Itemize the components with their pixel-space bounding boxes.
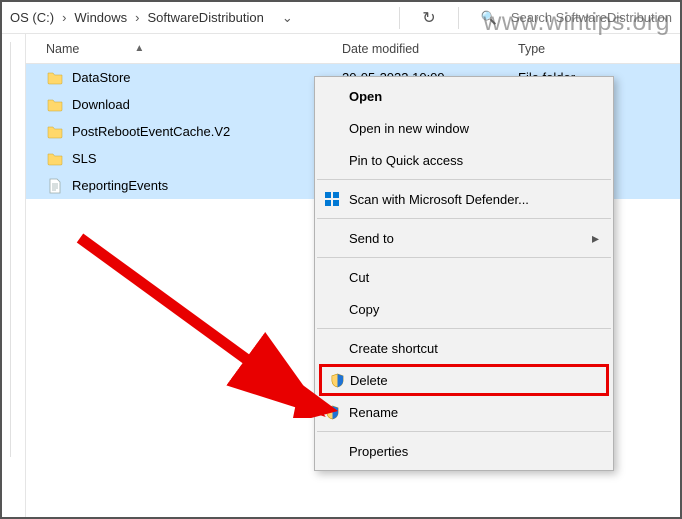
address-bar[interactable]: OS (C:) › Windows › SoftwareDistribution… bbox=[2, 2, 680, 34]
menu-label: Pin to Quick access bbox=[349, 153, 463, 168]
menu-separator bbox=[317, 257, 611, 258]
menu-label: Cut bbox=[349, 270, 369, 285]
nav-pane bbox=[2, 34, 26, 517]
menu-properties[interactable]: Properties bbox=[315, 435, 613, 467]
column-header-date[interactable]: Date modified bbox=[342, 42, 518, 56]
defender-icon bbox=[323, 190, 341, 208]
menu-copy[interactable]: Copy bbox=[315, 293, 613, 325]
menu-label: Copy bbox=[349, 302, 379, 317]
menu-delete[interactable]: Delete bbox=[319, 364, 609, 396]
sort-caret-icon: ▲ bbox=[134, 43, 144, 54]
tree-line bbox=[10, 42, 11, 457]
chevron-down-icon[interactable]: ⌄ bbox=[276, 8, 299, 28]
chevron-right-icon[interactable]: › bbox=[129, 8, 145, 27]
file-name: ReportingEvents bbox=[72, 178, 342, 193]
menu-pin-quick-access[interactable]: Pin to Quick access bbox=[315, 144, 613, 176]
chevron-right-icon: ▸ bbox=[592, 230, 599, 247]
file-name: Download bbox=[72, 97, 342, 112]
file-name: SLS bbox=[72, 151, 342, 166]
menu-open[interactable]: Open bbox=[315, 80, 613, 112]
breadcrumb-folder-windows[interactable]: Windows bbox=[72, 8, 129, 27]
chevron-right-icon[interactable]: › bbox=[56, 8, 72, 27]
folder-icon bbox=[46, 96, 64, 114]
menu-label: Create shortcut bbox=[349, 341, 438, 356]
context-menu: Open Open in new window Pin to Quick acc… bbox=[314, 76, 614, 471]
search-input[interactable]: Search SoftwareDistribution bbox=[511, 10, 672, 25]
menu-scan-defender[interactable]: Scan with Microsoft Defender... bbox=[315, 183, 613, 215]
menu-label: Properties bbox=[349, 444, 408, 459]
menu-label: Scan with Microsoft Defender... bbox=[349, 192, 529, 207]
shield-icon bbox=[323, 403, 341, 421]
menu-label: Rename bbox=[349, 405, 398, 420]
menu-separator bbox=[317, 328, 611, 329]
menu-cut[interactable]: Cut bbox=[315, 261, 613, 293]
breadcrumb-folder-softwaredist[interactable]: SoftwareDistribution bbox=[146, 8, 266, 27]
menu-send-to[interactable]: Send to ▸ bbox=[315, 222, 613, 254]
menu-label: Open bbox=[349, 89, 382, 104]
column-header-type[interactable]: Type bbox=[518, 42, 680, 56]
menu-separator bbox=[317, 218, 611, 219]
menu-create-shortcut[interactable]: Create shortcut bbox=[315, 332, 613, 364]
divider bbox=[458, 7, 459, 29]
search-icon: 🔍 bbox=[481, 10, 497, 26]
file-name: PostRebootEventCache.V2 bbox=[72, 124, 342, 139]
menu-label: Send to bbox=[349, 231, 394, 246]
column-headers[interactable]: Name ▲ Date modified Type bbox=[26, 34, 680, 64]
refresh-icon[interactable]: ↻ bbox=[422, 8, 435, 28]
column-header-name-label: Name bbox=[46, 42, 79, 56]
menu-separator bbox=[317, 179, 611, 180]
folder-icon bbox=[46, 150, 64, 168]
menu-open-new-window[interactable]: Open in new window bbox=[315, 112, 613, 144]
divider bbox=[399, 7, 400, 29]
text-file-icon bbox=[46, 177, 64, 195]
breadcrumb-drive[interactable]: OS (C:) bbox=[8, 8, 56, 27]
menu-label: Delete bbox=[350, 373, 388, 388]
column-header-name[interactable]: Name ▲ bbox=[46, 42, 342, 56]
menu-separator bbox=[317, 431, 611, 432]
file-name: DataStore bbox=[72, 70, 342, 85]
menu-label: Open in new window bbox=[349, 121, 469, 136]
folder-icon bbox=[46, 69, 64, 87]
menu-rename[interactable]: Rename bbox=[315, 396, 613, 428]
shield-icon bbox=[328, 371, 346, 389]
folder-icon bbox=[46, 123, 64, 141]
